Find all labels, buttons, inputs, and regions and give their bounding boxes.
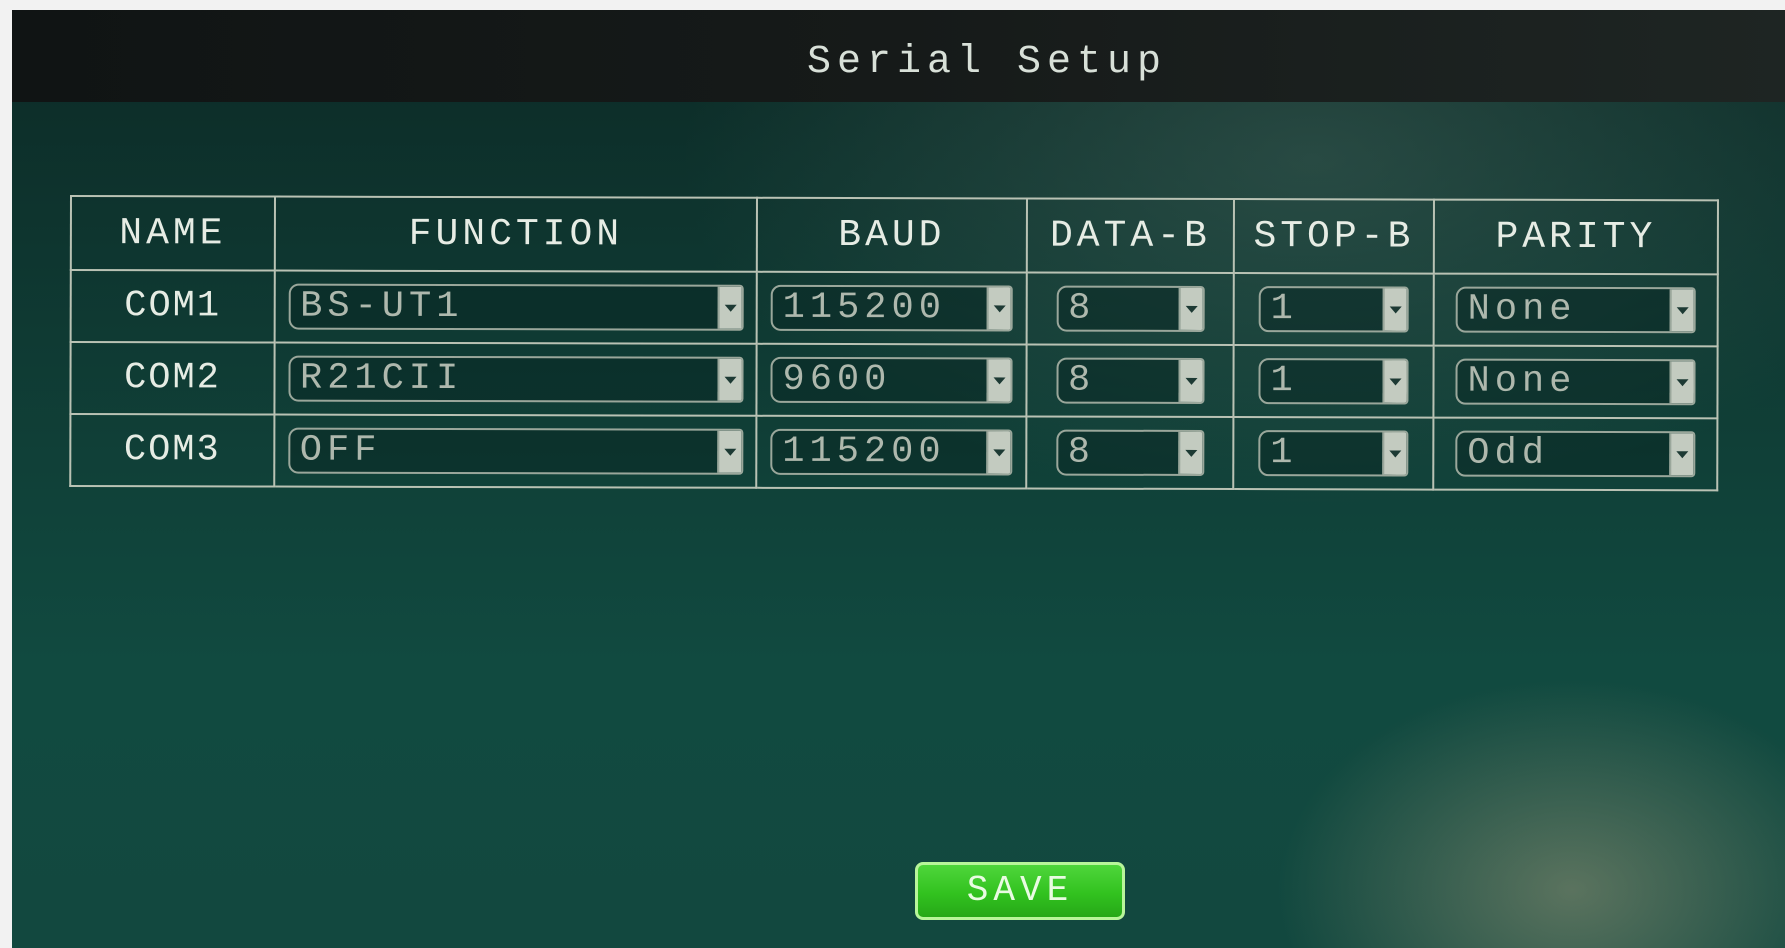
parity-value: None xyxy=(1467,288,1577,331)
chevron-down-icon[interactable] xyxy=(1382,432,1407,475)
chevron-down-icon[interactable] xyxy=(1382,360,1407,403)
parity-cell: None xyxy=(1433,273,1718,347)
function-select[interactable]: R21CII xyxy=(287,355,744,403)
port-name: COM3 xyxy=(70,414,275,487)
data-bits-cell: 8 xyxy=(1026,416,1234,490)
stop-bits-select[interactable]: 1 xyxy=(1258,358,1409,405)
chevron-down-icon[interactable] xyxy=(1178,287,1203,330)
data-bits-select[interactable]: 8 xyxy=(1055,429,1204,476)
parity-select[interactable]: Odd xyxy=(1455,430,1696,478)
serial-setup-screen: Serial Setup NAME FUNCTION BAUD DATA-B S… xyxy=(12,10,1785,948)
stop-bits-cell: 1 xyxy=(1233,273,1434,346)
stop-bits-cell: 1 xyxy=(1233,417,1434,490)
parity-select[interactable]: None xyxy=(1455,358,1696,406)
baud-cell: 115200 xyxy=(756,271,1027,345)
function-value: BS-UT1 xyxy=(300,285,464,329)
stop-bits-select[interactable]: 1 xyxy=(1258,286,1409,333)
table-header-row: NAME FUNCTION BAUD DATA-B STOP-B PARITY xyxy=(70,196,1718,275)
chevron-down-icon[interactable] xyxy=(1177,359,1203,402)
header-data-bits: DATA-B xyxy=(1026,198,1234,274)
parity-cell: Odd xyxy=(1433,417,1718,491)
function-select[interactable]: BS-UT1 xyxy=(288,283,744,331)
header-parity: PARITY xyxy=(1433,199,1718,275)
title-bar: Serial Setup xyxy=(12,10,1785,102)
chevron-down-icon[interactable] xyxy=(717,286,742,329)
data-bits-select[interactable]: 8 xyxy=(1056,285,1205,332)
parity-value: None xyxy=(1467,360,1577,403)
baud-value: 9600 xyxy=(782,358,892,402)
function-cell: R21CII xyxy=(274,342,757,416)
chevron-down-icon[interactable] xyxy=(716,430,741,473)
page-title: Serial Setup xyxy=(806,40,1168,85)
stop-bits-select[interactable]: 1 xyxy=(1258,430,1409,477)
table-row: COM1 BS-UT1 115200 8 1 None xyxy=(70,270,1718,347)
table-row: COM2 R21CII 9600 8 1 None xyxy=(70,342,1718,419)
function-value: R21CII xyxy=(299,357,464,401)
data-bits-select[interactable]: 8 xyxy=(1055,357,1205,404)
chevron-down-icon[interactable] xyxy=(986,431,1011,474)
chevron-down-icon[interactable] xyxy=(1382,288,1407,331)
port-name: COM2 xyxy=(70,342,275,415)
chevron-down-icon[interactable] xyxy=(1669,289,1694,332)
baud-value: 115200 xyxy=(782,286,946,330)
function-select[interactable]: OFF xyxy=(287,427,743,475)
baud-value: 115200 xyxy=(782,430,946,474)
chevron-down-icon[interactable] xyxy=(1669,361,1694,404)
baud-select[interactable]: 9600 xyxy=(770,356,1013,404)
header-function: FUNCTION xyxy=(274,196,757,272)
chevron-down-icon[interactable] xyxy=(986,287,1011,330)
baud-select[interactable]: 115200 xyxy=(770,284,1013,332)
save-button[interactable]: SAVE xyxy=(915,862,1125,920)
serial-ports-table: NAME FUNCTION BAUD DATA-B STOP-B PARITY … xyxy=(69,195,1719,491)
table-row: COM3 OFF 115200 8 1 Odd xyxy=(70,414,1718,491)
function-cell: OFF xyxy=(274,414,757,488)
parity-cell: None xyxy=(1433,345,1718,419)
data-bits-cell: 8 xyxy=(1026,272,1234,346)
port-name: COM1 xyxy=(70,270,275,343)
baud-cell: 9600 xyxy=(756,343,1027,417)
header-name: NAME xyxy=(70,196,275,271)
chevron-down-icon[interactable] xyxy=(716,358,742,401)
function-cell: BS-UT1 xyxy=(274,270,757,344)
parity-select[interactable]: None xyxy=(1455,286,1696,334)
baud-select[interactable]: 115200 xyxy=(770,428,1013,476)
header-stop-bits: STOP-B xyxy=(1233,199,1434,274)
data-bits-cell: 8 xyxy=(1026,344,1234,418)
stop-bits-cell: 1 xyxy=(1233,345,1434,418)
header-baud: BAUD xyxy=(756,197,1027,273)
chevron-down-icon[interactable] xyxy=(986,359,1011,402)
baud-cell: 115200 xyxy=(756,415,1027,489)
chevron-down-icon[interactable] xyxy=(1669,433,1694,476)
function-value: OFF xyxy=(299,429,382,472)
chevron-down-icon[interactable] xyxy=(1177,431,1202,474)
parity-value: Odd xyxy=(1467,432,1550,475)
